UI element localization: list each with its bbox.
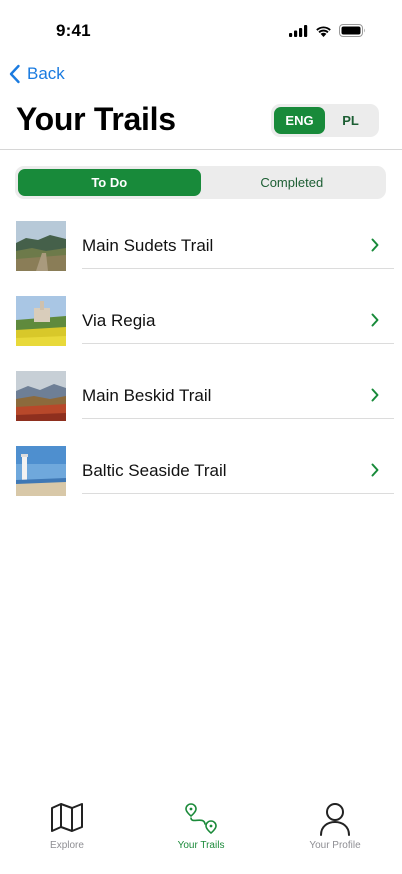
chevron-right-icon xyxy=(371,388,379,402)
trail-thumbnail xyxy=(16,221,66,271)
battery-icon xyxy=(339,24,365,37)
trail-thumbnail xyxy=(16,296,66,346)
trail-name: Baltic Seaside Trail xyxy=(82,461,227,480)
tab-label: Explore xyxy=(50,840,84,851)
row-separator xyxy=(82,343,394,344)
home-indicator xyxy=(134,861,268,866)
trail-status-segmented-control: To Do Completed xyxy=(15,166,386,199)
back-label: Back xyxy=(27,64,65,83)
back-button[interactable]: Back xyxy=(8,64,65,84)
trail-thumbnail xyxy=(16,446,66,496)
chevron-right-icon xyxy=(371,313,379,327)
trail-list: Main Sudets Trail Via Regia Main Beskid … xyxy=(0,221,402,521)
status-bar: 9:41 xyxy=(0,0,402,54)
trail-name: Main Beskid Trail xyxy=(82,386,212,405)
route-icon xyxy=(185,803,217,835)
row-separator xyxy=(82,493,394,494)
row-separator xyxy=(82,268,394,269)
language-option-eng[interactable]: ENG xyxy=(274,107,325,134)
trail-row-via-regia[interactable]: Via Regia xyxy=(0,296,402,371)
segment-todo[interactable]: To Do xyxy=(18,169,201,196)
trail-row-baltic-seaside-trail[interactable]: Baltic Seaside Trail xyxy=(0,446,402,521)
page-title: Your Trails xyxy=(16,101,176,137)
trail-row-main-beskid-trail[interactable]: Main Beskid Trail xyxy=(0,371,402,446)
chevron-left-icon xyxy=(9,64,20,84)
chevron-right-icon xyxy=(371,463,379,477)
chevron-right-icon xyxy=(371,238,379,252)
status-time: 9:41 xyxy=(56,21,91,40)
segment-completed[interactable]: Completed xyxy=(201,169,384,196)
status-icons xyxy=(289,24,366,37)
tab-label: Your Trails xyxy=(177,840,225,851)
trail-name: Main Sudets Trail xyxy=(82,236,214,255)
language-toggle: ENG PL xyxy=(271,104,379,137)
tab-explore[interactable]: Explore xyxy=(0,790,134,874)
row-separator xyxy=(82,418,394,419)
wifi-icon xyxy=(316,25,331,37)
header-divider xyxy=(0,149,402,150)
person-icon xyxy=(320,803,350,836)
trail-thumbnail xyxy=(16,371,66,421)
cellular-signal-icon xyxy=(289,24,308,37)
language-option-pl[interactable]: PL xyxy=(325,107,376,134)
tab-your-profile[interactable]: Your Profile xyxy=(268,790,402,874)
tab-label: Your Profile xyxy=(309,840,361,851)
trail-name: Via Regia xyxy=(82,311,156,330)
map-icon xyxy=(51,803,83,832)
trail-row-main-sudets-trail[interactable]: Main Sudets Trail xyxy=(0,221,402,296)
